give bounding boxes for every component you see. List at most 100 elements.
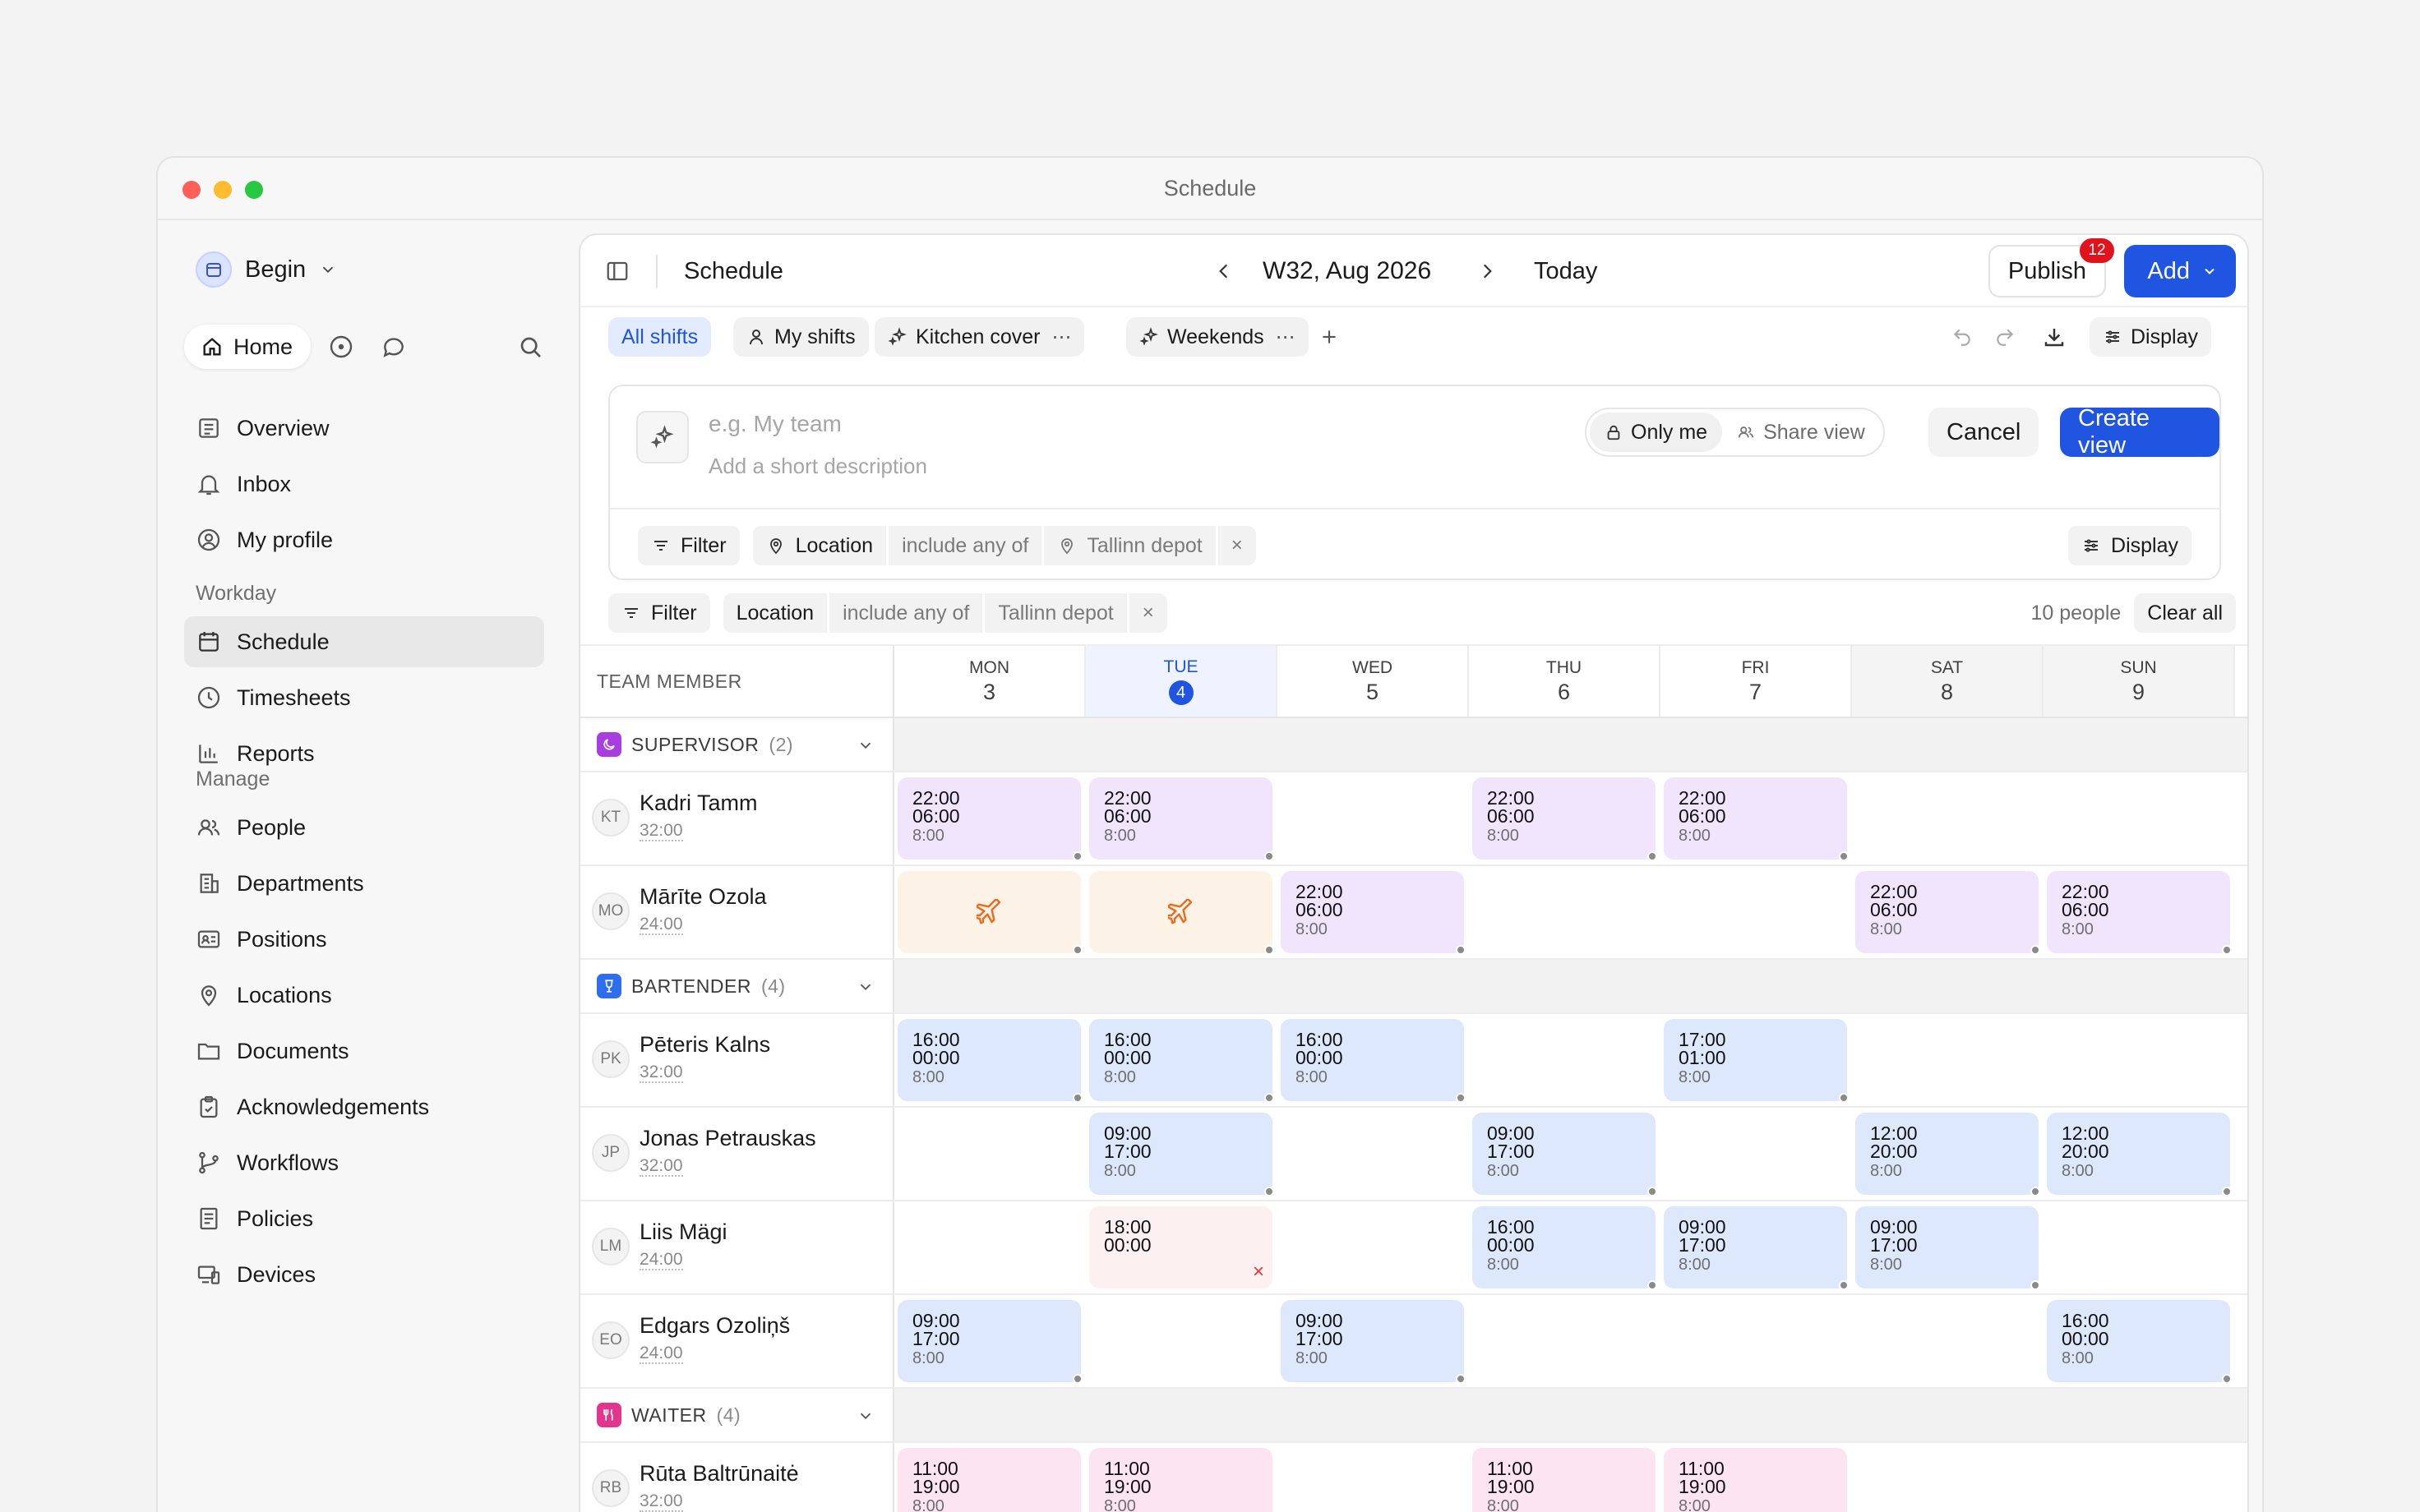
sidebar-item-policies[interactable]: Policies [184, 1193, 544, 1244]
filter-value-chip[interactable]: Tallinn depot [985, 593, 1127, 633]
empty-cell[interactable] [2044, 772, 2235, 864]
empty-cell[interactable] [1852, 1295, 2044, 1387]
shift-cell[interactable]: 16:00 00:00 8:00 [1277, 1014, 1469, 1106]
time-off-cell[interactable] [1086, 866, 1277, 958]
cancel-button[interactable]: Cancel [1928, 408, 2039, 457]
view-display-button[interactable]: Display [2068, 526, 2191, 565]
tab-all-shifts[interactable]: All shifts [608, 317, 712, 357]
group-row-bartender[interactable]: BARTENDER (4) [580, 960, 2247, 1014]
empty-cell[interactable] [1277, 1443, 1469, 1512]
empty-cell[interactable] [1469, 1014, 1660, 1106]
shift-cell[interactable]: 22:00 06:00 8:00 [1660, 772, 1852, 864]
empty-cell[interactable] [2044, 1201, 2235, 1293]
shift-cell[interactable]: 11:00 19:00 8:00 [894, 1443, 1086, 1512]
shift-card[interactable]: 11:00 19:00 8:00 [1089, 1448, 1272, 1512]
day-header-thu[interactable]: THU 6 [1469, 646, 1660, 717]
shift-card[interactable]: 22:00 06:00 8:00 [1281, 871, 1466, 955]
shift-cell[interactable]: 09:00 17:00 8:00 [1469, 1108, 1660, 1200]
day-header-tue[interactable]: TUE 4 [1086, 646, 1277, 717]
create-view-button[interactable]: Create view [2060, 405, 2219, 459]
shift-cell[interactable]: 22:00 06:00 8:00 [1469, 772, 1660, 864]
shift-cell[interactable]: 16:00 00:00 8:00 [894, 1014, 1086, 1106]
person-info[interactable]: RB Rūta Baltrūnaitė 32:00 [580, 1443, 894, 1512]
shift-cell[interactable]: 09:00 17:00 8:00 [1277, 1295, 1469, 1387]
messages-button[interactable] [372, 325, 416, 369]
time-off-cell[interactable] [894, 866, 1086, 958]
next-week-button[interactable] [1476, 235, 1498, 307]
sidebar-item-documents[interactable]: Documents [184, 1026, 544, 1076]
shift-cell[interactable]: 11:00 19:00 8:00 [1469, 1443, 1660, 1512]
shift-card[interactable]: 16:00 00:00 8:00 [1472, 1206, 1657, 1290]
chevron-down-icon[interactable] [857, 1407, 875, 1425]
filter-button[interactable]: Filter [608, 593, 710, 633]
shift-cell[interactable]: 11:00 19:00 8:00 [1086, 1443, 1277, 1512]
chevron-down-icon[interactable] [857, 978, 875, 996]
filter-value-chip[interactable]: Tallinn depot [1044, 526, 1216, 565]
person-info[interactable]: PK Pēteris Kalns 32:00 [580, 1014, 894, 1106]
empty-cell[interactable] [1277, 1108, 1469, 1200]
day-header-wed[interactable]: WED 5 [1277, 646, 1469, 717]
empty-cell[interactable] [1660, 1295, 1852, 1387]
filter-operator-chip[interactable]: include any of [829, 593, 983, 633]
redo-button[interactable] [1994, 317, 2016, 357]
day-header-sat[interactable]: SAT 8 [1852, 646, 2044, 717]
person-info[interactable]: MO Mārīte Ozola 24:00 [580, 866, 894, 958]
empty-cell[interactable] [1277, 772, 1469, 864]
shift-card[interactable]: 22:00 06:00 8:00 [1664, 777, 1849, 861]
shift-card[interactable]: 16:00 00:00 8:00 [1281, 1019, 1466, 1103]
shift-card[interactable]: 11:00 19:00 8:00 [1472, 1448, 1656, 1512]
shift-card[interactable]: 22:00 06:00 8:00 [1855, 871, 2040, 955]
shift-card[interactable]: 09:00 17:00 8:00 [1472, 1113, 1657, 1196]
add-view-button[interactable] [1319, 317, 1340, 357]
person-info[interactable]: LM Liis Mägi 24:00 [580, 1201, 894, 1293]
empty-cell[interactable] [1660, 866, 1852, 958]
tab-kitchen-cover[interactable]: Kitchen cover ⋯ [875, 317, 1085, 357]
day-header-fri[interactable]: FRI 7 [1660, 646, 1852, 717]
empty-cell[interactable] [1469, 1295, 1660, 1387]
shift-card[interactable]: 11:00 19:00 8:00 [1664, 1448, 1847, 1512]
day-header-mon[interactable]: MON 3 [894, 646, 1086, 717]
publish-button[interactable]: Publish 12 [1988, 238, 2114, 297]
empty-cell[interactable] [1086, 1295, 1277, 1387]
sidebar-item-overview[interactable]: Overview [184, 403, 544, 454]
home-button[interactable]: Home [184, 325, 312, 369]
empty-cell[interactable] [894, 1108, 1086, 1200]
shift-cell[interactable]: 11:00 19:00 8:00 [1660, 1443, 1852, 1512]
sidebar-item-acknowledgements[interactable]: Acknowledgements [184, 1081, 544, 1132]
empty-cell[interactable] [1660, 1108, 1852, 1200]
person-info[interactable]: EO Edgars Ozoliņš 24:00 [580, 1295, 894, 1387]
sidebar-item-workflows[interactable]: Workflows [184, 1137, 544, 1188]
chevron-down-icon[interactable] [857, 736, 875, 754]
previous-week-button[interactable] [1213, 235, 1235, 307]
shift-cell[interactable]: 09:00 17:00 8:00 [1852, 1201, 2044, 1293]
shift-card[interactable]: 22:00 06:00 8:00 [898, 777, 1083, 861]
filter-button[interactable]: Filter [638, 526, 740, 565]
shift-card[interactable]: 22:00 06:00 8:00 [2047, 871, 2232, 955]
shift-cell[interactable]: 09:00 17:00 8:00 [1660, 1201, 1852, 1293]
sidebar-item-schedule[interactable]: Schedule [184, 616, 544, 667]
empty-cell[interactable] [1469, 866, 1660, 958]
shift-cell[interactable]: 16:00 00:00 8:00 [1469, 1201, 1660, 1293]
remove-filter-button[interactable]: × [1129, 593, 1167, 633]
toggle-sidebar-button[interactable] [605, 235, 630, 307]
view-name-input[interactable]: e.g. My team [709, 411, 842, 437]
empty-cell[interactable] [2044, 1014, 2235, 1106]
activity-button[interactable] [319, 325, 363, 369]
shift-cell[interactable]: 22:00 06:00 8:00 [1852, 866, 2044, 958]
tab-weekends[interactable]: Weekends ⋯ [1126, 317, 1309, 357]
filter-field-chip[interactable]: Location [752, 526, 887, 565]
view-description-input[interactable]: Add a short description [709, 454, 927, 479]
more-icon[interactable]: ⋯ [1051, 325, 1071, 349]
remove-filter-button[interactable]: × [1217, 526, 1256, 565]
sidebar-item-people[interactable]: People [184, 802, 544, 853]
shift-card[interactable]: 09:00 17:00 8:00 [1089, 1113, 1274, 1196]
shift-cell[interactable]: 22:00 06:00 8:00 [1086, 772, 1277, 864]
shift-cell[interactable]: 09:00 17:00 8:00 [1086, 1108, 1277, 1200]
shift-card[interactable]: 22:00 06:00 8:00 [1089, 777, 1274, 861]
undo-button[interactable] [1951, 317, 1973, 357]
shift-cell[interactable]: 16:00 00:00 8:00 [1086, 1014, 1277, 1106]
shift-card[interactable]: 09:00 17:00 8:00 [1281, 1300, 1466, 1384]
shift-card[interactable]: 12:00 20:00 8:00 [1855, 1113, 2040, 1196]
sidebar-item-locations[interactable]: Locations [184, 970, 544, 1021]
time-off-card[interactable] [898, 871, 1083, 955]
